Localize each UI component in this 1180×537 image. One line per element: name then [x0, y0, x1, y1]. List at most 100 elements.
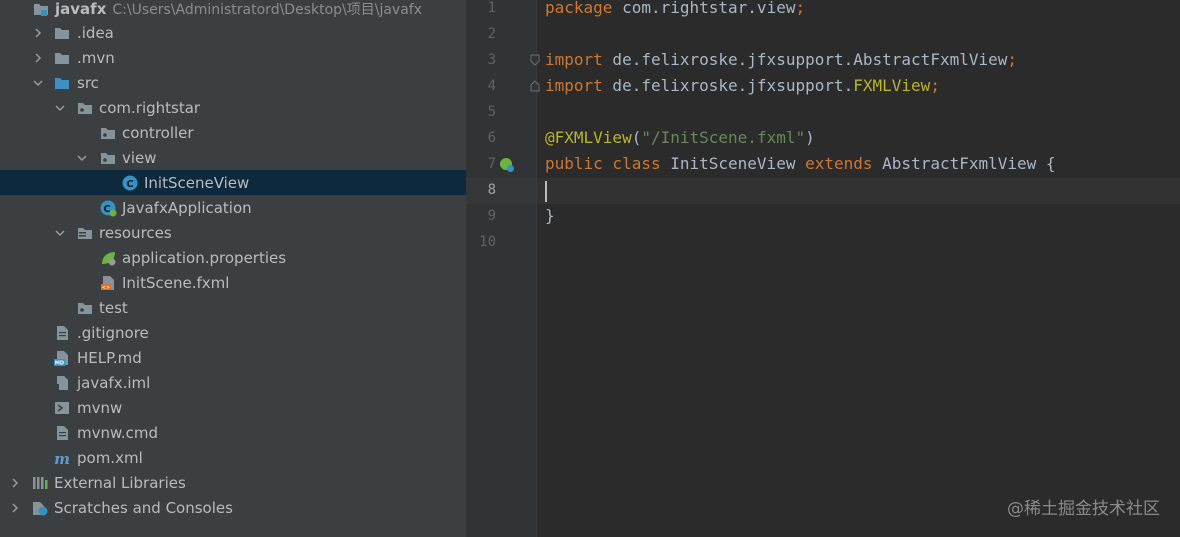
code-line-3: import de.felixroske.jfxsupport.Abstract… — [545, 50, 1017, 69]
watermark: @稀土掘金技术社区 — [1007, 499, 1160, 519]
svg-text:m: m — [54, 450, 70, 467]
tree-item-javafx-root[interactable]: javafx C:\Users\Administratord\Desktop\项目… — [0, 0, 466, 21]
package-icon — [99, 124, 117, 142]
tree-item-label: InitSceneView — [144, 173, 250, 192]
tree-item-mvnw-cmd[interactable]: mvnw.cmd — [0, 420, 466, 445]
code-line-4: import de.felixroske.jfxsupport.FXMLView… — [545, 76, 940, 95]
tree-item-application-properties[interactable]: application.properties — [0, 245, 466, 270]
libraries-icon — [31, 474, 49, 492]
line-number-active: 8 — [487, 182, 496, 198]
tree-item-label: src — [77, 73, 99, 92]
current-line-highlight — [537, 178, 1180, 204]
spring-bean-gutter-icon[interactable] — [499, 157, 515, 173]
line-number: 7 — [487, 156, 496, 172]
package-icon — [76, 99, 94, 117]
code-text: de.felixroske.jfxsupport.AbstractFxmlVie… — [602, 50, 1008, 69]
tree-item-external-libraries[interactable]: External Libraries — [0, 470, 466, 495]
tree-item-test[interactable]: test — [0, 295, 466, 320]
code-semicolon: ; — [930, 76, 940, 95]
line-number: 5 — [487, 104, 496, 120]
code-keyword: extends — [805, 154, 873, 173]
tree-item-mvnw[interactable]: mvnw — [0, 395, 466, 420]
package-icon — [99, 149, 117, 167]
chevron-down-icon[interactable] — [75, 151, 89, 165]
code-keyword: package — [545, 0, 613, 17]
tree-item-label: com.rightstar — [99, 98, 201, 117]
svg-text:C: C — [126, 179, 133, 190]
spring-boot-class-icon: C — [99, 199, 117, 217]
tree-item-src[interactable]: src — [0, 70, 466, 95]
tree-item-mvn[interactable]: .mvn — [0, 45, 466, 70]
code-keyword: import — [545, 50, 603, 69]
spring-properties-icon — [99, 249, 117, 267]
code-text: } — [545, 206, 555, 225]
tree-item-resources[interactable]: resources — [0, 220, 466, 245]
tree-item-initsceneview[interactable]: C InitSceneView — [0, 170, 466, 195]
code-text: com.rightstar.view — [612, 0, 796, 17]
folder-icon — [53, 24, 71, 42]
code-editor[interactable]: 1 2 3 4 5 6 7 8 9 10 package com.rightst… — [466, 0, 1180, 537]
tree-item-controller[interactable]: controller — [0, 120, 466, 145]
code-keyword: public class — [545, 154, 661, 173]
text-file-icon — [53, 324, 71, 342]
tree-item-label: pom.xml — [77, 448, 143, 467]
code-semicolon: ; — [795, 0, 806, 17]
chevron-right-icon[interactable] — [31, 51, 45, 65]
shell-script-icon — [53, 399, 71, 417]
chevron-down-icon[interactable] — [53, 226, 67, 240]
tree-item-javafx-iml[interactable]: javafx.iml — [0, 370, 466, 395]
tree-item-label: mvnw — [77, 398, 123, 417]
tree-item-label: InitScene.fxml — [122, 273, 230, 292]
markdown-file-icon: MD — [53, 349, 71, 367]
tree-item-label: mvnw.cmd — [77, 423, 159, 442]
scratches-icon — [31, 499, 49, 517]
code-text: ( — [631, 128, 642, 147]
line-number: 9 — [487, 208, 496, 224]
code-string: "/InitScene.fxml" — [641, 128, 806, 147]
tree-item-javafxapplication[interactable]: C JavafxApplication — [0, 195, 466, 220]
module-file-icon — [53, 374, 71, 392]
code-text: InitSceneView — [660, 154, 806, 173]
chevron-down-icon[interactable] — [31, 76, 45, 90]
tree-item-help-md[interactable]: MD HELP.md — [0, 345, 466, 370]
tree-item-label: JavafxApplication — [122, 198, 252, 217]
tree-item-pom-xml[interactable]: m pom.xml — [0, 445, 466, 470]
text-caret — [545, 181, 547, 202]
code-annotation: @FXMLView — [545, 128, 632, 147]
code-line-6: @FXMLView("/InitScene.fxml") — [545, 128, 815, 147]
tree-item-initscene-fxml[interactable]: <> InitScene.fxml — [0, 270, 466, 295]
module-folder-icon — [32, 0, 50, 18]
code-line-1: package com.rightstar.view; — [545, 0, 805, 17]
root-project-name: javafx — [55, 0, 107, 18]
folder-icon — [53, 49, 71, 67]
tree-item-com-rightstar[interactable]: com.rightstar — [0, 95, 466, 120]
chevron-right-icon[interactable] — [8, 476, 22, 490]
line-number: 3 — [487, 52, 496, 68]
code-line-7: public class InitSceneView extends Abstr… — [545, 154, 1056, 173]
chevron-right-icon[interactable] — [31, 26, 45, 40]
tree-item-gitignore[interactable]: .gitignore — [0, 320, 466, 345]
svg-text:<>: <> — [102, 285, 110, 291]
tree-item-label: .gitignore — [77, 323, 149, 342]
java-class-icon: C — [121, 174, 139, 192]
fold-marker-icon[interactable] — [530, 54, 540, 66]
chevron-right-icon[interactable] — [8, 501, 22, 515]
code-text: AbstractFxmlView { — [872, 154, 1056, 173]
tree-item-view[interactable]: view — [0, 145, 466, 170]
tree-item-label: .mvn — [77, 48, 115, 67]
code-line-9: } — [545, 206, 555, 225]
code-text: de.felixroske.jfxsupport. — [602, 76, 854, 95]
code-text: ) — [805, 128, 815, 147]
tree-item-label: HELP.md — [77, 348, 142, 367]
fold-marker-icon[interactable] — [530, 80, 540, 92]
tree-item-scratches-and-consoles[interactable]: Scratches and Consoles — [0, 495, 466, 520]
tree-item-label: Scratches and Consoles — [54, 498, 233, 517]
code-keyword: import — [545, 76, 603, 95]
tree-item-idea[interactable]: .idea — [0, 20, 466, 45]
tree-item-label: test — [99, 298, 128, 317]
chevron-down-icon[interactable] — [53, 101, 67, 115]
package-icon — [76, 299, 94, 317]
resources-folder-icon — [76, 224, 94, 242]
tree-item-label: javafx.iml — [77, 373, 151, 392]
tree-item-label: view — [122, 148, 157, 167]
